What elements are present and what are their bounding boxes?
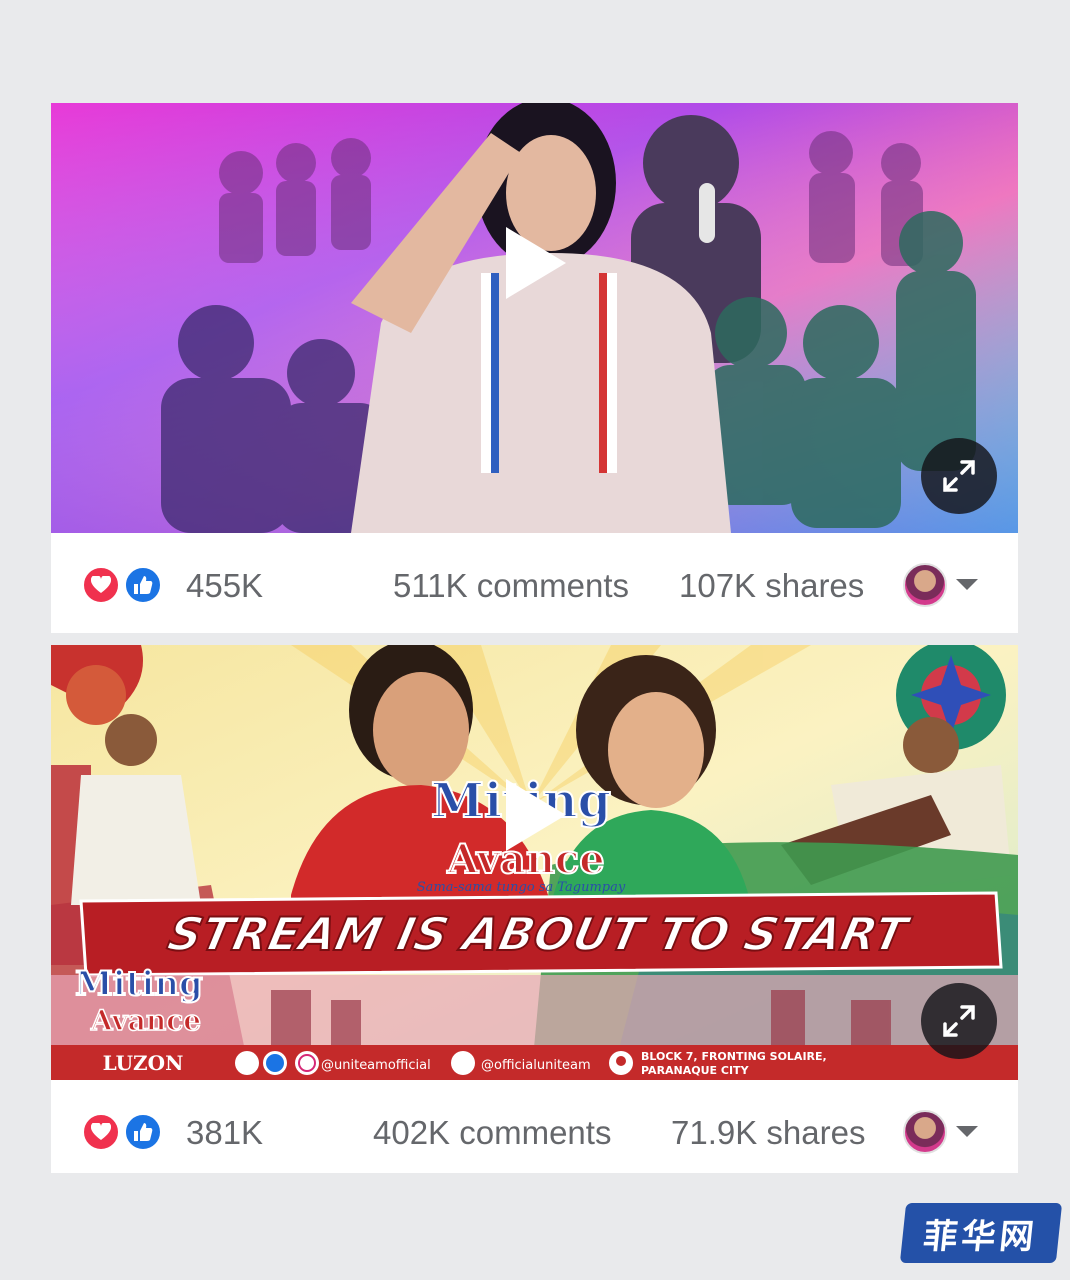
stream-banner-text: STREAM IS ABOUT TO START [163,907,915,960]
watermark-logo: 菲华网 [899,1203,1063,1263]
reactions-summary[interactable] [81,565,167,605]
expand-icon [943,460,975,492]
chevron-down-icon[interactable] [956,579,978,590]
post-card-2: Miting de Avance Sama-sama tungo sa Tagu… [51,645,1018,1173]
fullscreen-button[interactable] [921,438,997,514]
reactions-summary[interactable] [81,1112,167,1152]
region-label: LUZON [103,1051,184,1075]
reaction-count[interactable]: 455K [186,567,263,605]
share-count[interactable]: 107K shares [679,567,864,605]
comment-count[interactable]: 402K comments [373,1114,611,1152]
fullscreen-button[interactable] [921,983,997,1059]
thumbs-up-icon [123,565,163,605]
chevron-down-icon[interactable] [956,1126,978,1137]
avatar[interactable] [903,1110,947,1154]
handle-officialuniteam: @officialuniteam [481,1058,591,1073]
heart-icon [81,1112,121,1152]
video-2-artwork: Miting de Avance Sama-sama tungo sa Tagu… [51,645,1018,1080]
thumbs-up-icon [123,1112,163,1152]
logo-tagline: Sama-sama tungo sa Tagumpay [417,880,626,895]
comment-count[interactable]: 511K comments [393,567,629,605]
video-1-artwork [51,103,1018,533]
post-stats-2: 381K 402K comments 71.9K shares [51,1080,1018,1180]
logo-miting-corner: Miting [75,964,203,1004]
location-line-1: BLOCK 7, FRONTING SOLAIRE, [641,1050,827,1063]
share-count[interactable]: 71.9K shares [671,1114,865,1152]
heart-icon [81,565,121,605]
video-thumbnail-1[interactable] [51,103,1018,533]
location-line-2: PARANAQUE CITY [641,1064,750,1077]
avatar[interactable] [903,563,947,607]
post-stats-1: 455K 511K comments 107K shares [51,533,1018,633]
handle-uniteamofficial: @uniteamofficial [321,1058,431,1073]
post-card-1: 455K 511K comments 107K shares [51,103,1018,633]
reaction-count[interactable]: 381K [186,1114,263,1152]
logo-avance-corner: Avance [90,1004,201,1037]
video-thumbnail-2[interactable]: Miting de Avance Sama-sama tungo sa Tagu… [51,645,1018,1080]
expand-icon [943,1005,975,1037]
play-icon[interactable] [500,775,570,855]
play-icon[interactable] [500,223,570,303]
